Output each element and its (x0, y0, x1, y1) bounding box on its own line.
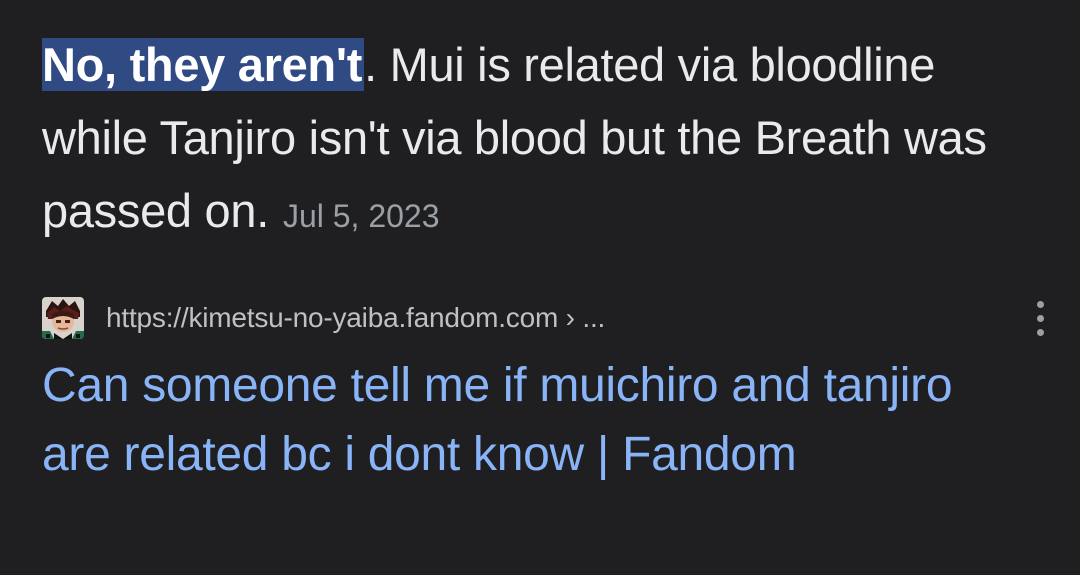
featured-snippet: No, they aren't. Mui is related via bloo… (42, 28, 1032, 253)
snippet-highlight: No, they aren't (42, 38, 365, 91)
dot (1036, 314, 1044, 322)
more-options-icon[interactable] (1028, 295, 1052, 341)
source-url[interactable]: https://kimetsu-no-yaiba.fandom.com › ..… (106, 302, 605, 334)
dot (1036, 300, 1044, 308)
result-title-link[interactable]: Can someone tell me if muichiro and tanj… (42, 351, 1002, 489)
site-favicon-icon[interactable] (42, 297, 84, 339)
snippet-date: Jul 5, 2023 (282, 198, 440, 234)
dot (1036, 328, 1044, 336)
source-row[interactable]: https://kimetsu-no-yaiba.fandom.com › ..… (42, 295, 1052, 341)
